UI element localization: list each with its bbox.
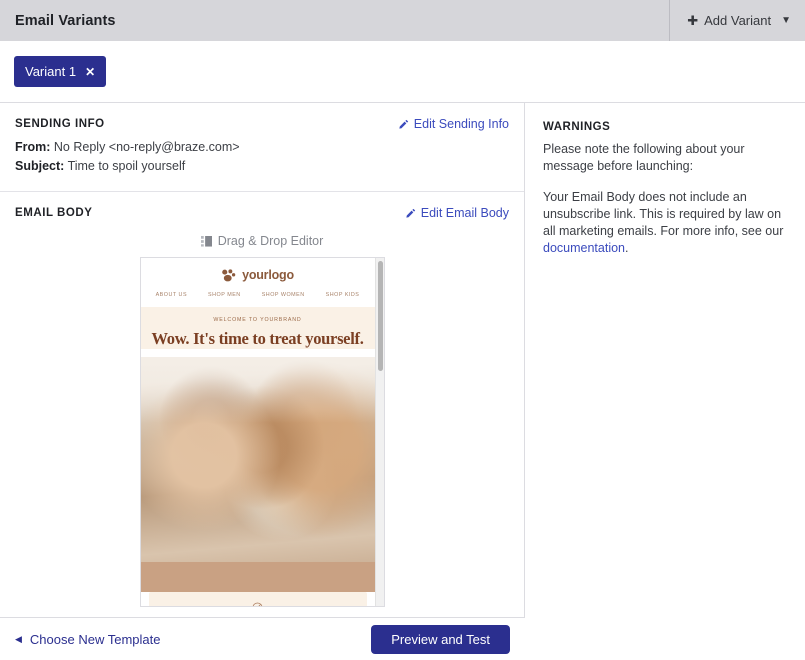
choose-new-template-label: Choose New Template [29,631,161,647]
choose-new-template-link[interactable]: ◀ Choose New Template [15,632,160,647]
subject-value: Time to spoil yourself [67,159,186,173]
app-header: Email Variants ✚ Add Variant ▼ [0,0,805,41]
footer-bar: ◀ Choose New Template Preview and Test [0,617,525,660]
edit-sending-info-link[interactable]: Edit Sending Info [398,117,509,131]
from-value: No Reply <no-reply@braze.com> [53,140,240,154]
email-nav-item[interactable]: SHOP MEN [208,292,241,298]
plus-icon: ✚ [687,13,699,28]
email-nav-item[interactable]: SHOP KIDS [326,292,360,298]
brand-logo-icon [222,268,236,281]
email-logo-text: yourlogo [242,268,294,282]
email-nav-item[interactable]: ABOUT US [156,292,187,298]
edit-email-body-label: Edit Email Body [420,206,509,220]
email-eyebrow: WELCOME TO YOURBRAND [213,317,302,323]
email-logo-row: yourlogo [140,258,375,292]
email-body-title: EMAIL BODY [15,207,93,219]
from-row: From: No Reply <no-reply@braze.com> [15,139,509,156]
warnings-title: WARNINGS [543,121,611,133]
broken-image-icon [252,602,263,606]
email-hero: WELCOME TO YOURBRAND Wow. It's time to t… [140,307,375,349]
email-body-header: EMAIL BODY Edit Email Body [0,192,524,220]
warnings-body-period: . [625,241,629,255]
scrollbar-thumb[interactable] [377,261,383,371]
close-icon[interactable]: ✕ [85,66,95,78]
email-offer-card: Check this 15% OFF to use on your first … [148,592,367,606]
variant-tab-1[interactable]: Variant 1 ✕ [14,56,107,87]
subject-label: Subject: [15,159,65,173]
warnings-message: Your Email Body does not include an unsu… [543,189,787,257]
sending-info-title: SENDING INFO [15,118,105,130]
variant-tab-label: Variant 1 [25,64,77,79]
page-title: Email Variants [15,12,116,29]
variant-detail-column: SENDING INFO Edit Sending Info From: No … [0,103,525,617]
warnings-panel: WARNINGS Please note the following about… [525,103,805,617]
edit-sending-info-label: Edit Sending Info [413,117,509,131]
edit-email-body-link[interactable]: Edit Email Body [405,206,509,220]
drag-drop-editor-label: Drag & Drop Editor [217,234,324,248]
from-label: From: [15,140,51,154]
email-headline: Wow. It's time to treat yourself. [151,329,364,348]
email-preview-scrollbar[interactable] [374,258,384,606]
email-nav-item[interactable]: SHOP WOMEN [262,292,305,298]
caret-left-icon: ◀ [15,633,22,644]
preview-and-test-button[interactable]: Preview and Test [371,624,510,654]
warnings-body-text: Your Email Body does not include an unsu… [543,190,784,238]
subject-row: Subject: Time to spoil yourself [15,158,509,175]
variant-tab-strip: Variant 1 ✕ [0,41,805,103]
email-color-band [140,562,375,592]
main-content: SENDING INFO Edit Sending Info From: No … [0,103,805,617]
pencil-icon [399,119,408,129]
warnings-intro: Please note the following about your mes… [543,142,745,173]
drag-drop-editor-icon [200,235,212,247]
chevron-down-icon[interactable]: ▼ [781,15,791,26]
sending-info-rows: From: No Reply <no-reply@braze.com> Subj… [0,131,524,191]
sending-info-header: SENDING INFO Edit Sending Info [0,103,524,131]
add-variant-button[interactable]: ✚ Add Variant ▼ [669,0,805,41]
email-preview-content: yourlogo ABOUT US SHOP MEN SHOP WOMEN SH… [140,258,375,606]
email-nav: ABOUT US SHOP MEN SHOP WOMEN SHOP KIDS [140,292,375,307]
drag-drop-editor-badge: Drag & Drop Editor [0,234,524,248]
pencil-icon [406,208,415,218]
documentation-link[interactable]: documentation [543,241,625,255]
email-preview-frame[interactable]: yourlogo ABOUT US SHOP MEN SHOP WOMEN SH… [139,257,385,607]
email-hero-image [140,357,375,562]
add-variant-label: Add Variant [704,13,772,28]
